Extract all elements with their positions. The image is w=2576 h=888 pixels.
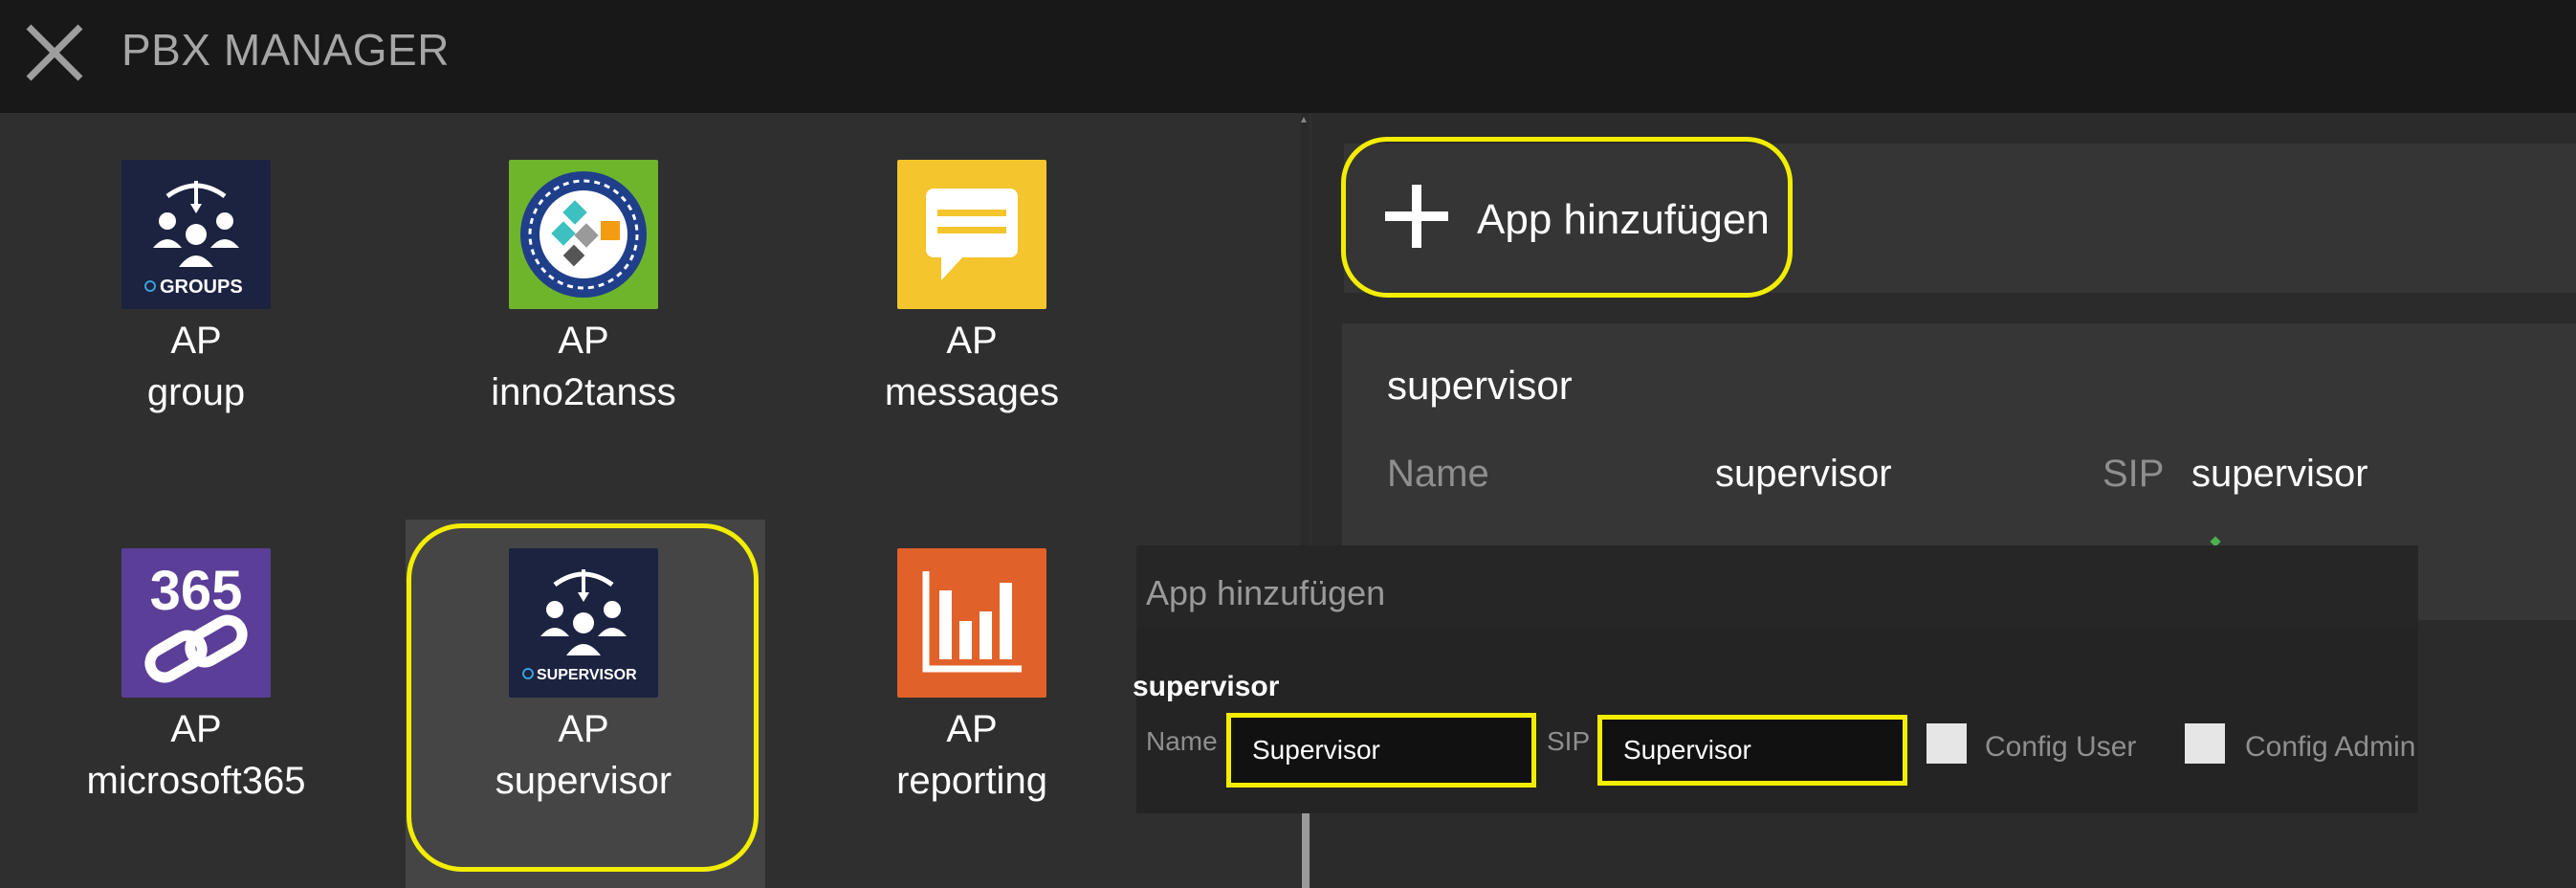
app-card-sip-value: supervisor	[2191, 453, 2368, 495]
dialog-subtitle: supervisor	[1133, 671, 1280, 702]
config-user-label: Config User	[1985, 731, 2137, 763]
name-field-wrapper	[1226, 713, 1536, 788]
plus-icon	[1385, 185, 1448, 248]
app-tile-inno2tanss[interactable]: AP inno2tanss	[440, 160, 727, 418]
sip-field-wrapper	[1597, 715, 1907, 786]
app-tile-label-line1: AP	[558, 320, 609, 362]
app-tile-label-line2: group	[146, 371, 246, 413]
close-icon	[26, 24, 83, 81]
page-title: PBX MANAGER	[121, 25, 450, 75]
selection-highlight	[407, 523, 759, 872]
app-tile-label-line1: AP	[946, 708, 998, 750]
app-card-name-label: Name	[1387, 453, 1489, 495]
app-card-name-value: supervisor	[1715, 453, 1892, 495]
scrollbar-thumb[interactable]	[1302, 811, 1310, 888]
app-tile-label-line1: AP	[170, 320, 222, 362]
groups-logo-icon: GROUPS	[121, 160, 271, 309]
microsoft365-link-icon: 365	[121, 548, 271, 698]
bar-chart-icon	[897, 548, 1046, 698]
groups-logo-text: GROUPS	[160, 277, 243, 298]
app-tile-group[interactable]: GROUPS AP group	[53, 160, 340, 418]
sip-field-label: SIP	[1547, 726, 1591, 756]
app-tile-label-line2: messages	[884, 371, 1060, 413]
app-card-title: supervisor	[1387, 363, 1573, 408]
config-admin-label: Config Admin	[2245, 731, 2416, 763]
microsoft365-logo-text: 365	[150, 560, 243, 622]
name-field-label: Name	[1146, 726, 1218, 756]
name-field[interactable]	[1231, 718, 1531, 783]
app-tile-label-line2: inno2tanss	[491, 371, 676, 413]
app-tile-microsoft365[interactable]: 365 AP microsoft365	[53, 548, 340, 807]
scroll-up-icon[interactable]: ▲	[1299, 115, 1309, 125]
config-user-checkbox[interactable]	[1926, 723, 1967, 764]
sip-field[interactable]	[1602, 720, 1903, 781]
app-card-sip-label: SIP	[2103, 453, 2165, 495]
app-tile-label-line1: AP	[946, 320, 998, 362]
config-admin-checkbox[interactable]	[2185, 723, 2225, 764]
dialog-title: App hinzufügen	[1146, 573, 1386, 612]
close-button[interactable]	[21, 19, 88, 86]
app-tile-reporting[interactable]: AP reporting	[828, 548, 1115, 807]
app-tile-messages[interactable]: AP messages	[828, 160, 1115, 418]
app-tile-label-line2: microsoft365	[86, 760, 306, 802]
add-app-label: App hinzufügen	[1477, 196, 1770, 243]
app-tile-label-line1: AP	[170, 708, 222, 750]
inno2tanss-logo-icon	[509, 160, 658, 309]
message-bubble-icon	[897, 160, 1046, 309]
app-tile-label-line2: reporting	[896, 760, 1047, 802]
